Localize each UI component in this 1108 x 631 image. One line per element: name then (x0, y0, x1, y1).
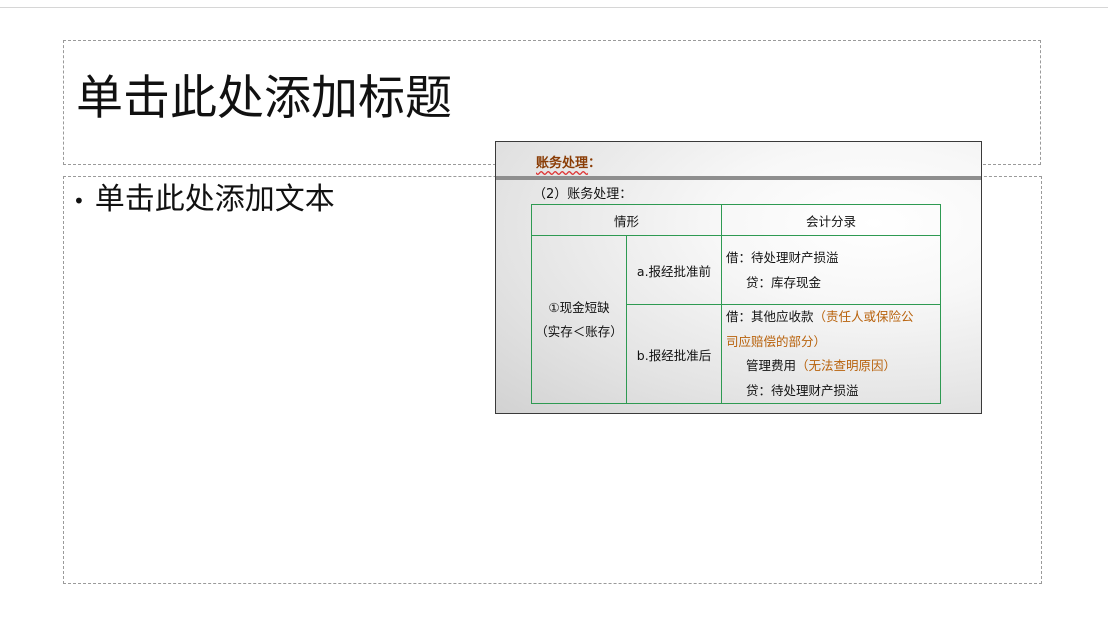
embedded-picture[interactable]: 账务处理： （2）账务处理： 情形 会计分录 ①现金短缺 （实存＜账存） a.报… (495, 141, 982, 414)
table-row: ①现金短缺 （实存＜账存） a.报经批准前 借：待处理财产损溢 贷：库存现金 (531, 235, 941, 404)
group-label-line2: （实存＜账存） (535, 323, 623, 339)
table-header-row: 情形 会计分录 (531, 204, 941, 236)
title-placeholder-text: 单击此处添加标题 (76, 71, 452, 126)
entry-line: 贷：库存现金 (746, 275, 822, 290)
picture-subtitle: （2）账务处理： (533, 187, 633, 202)
entry-cell-b: 借：其他应收款（责任人或保险公 司应赔偿的部分） 管理费用（无法查明原因） 贷：… (721, 304, 941, 404)
entry-line: 贷：待处理财产损溢 (746, 382, 859, 398)
entry-line: 管理费用（无法查明原因） (726, 354, 936, 379)
accounting-table: 情形 会计分录 ①现金短缺 （实存＜账存） a.报经批准前 借：待处理财产损溢 … (531, 204, 941, 404)
entry-text: 借：其他应收款 (726, 309, 814, 324)
entry-highlight: （无法查明原因） (796, 358, 897, 373)
content-placeholder-text: 单击此处添加文本 (94, 182, 335, 217)
ruler-line (0, 7, 1108, 8)
entry-highlight: 司应赔偿的部分） (726, 333, 827, 349)
header-entry: 会计分录 (721, 204, 941, 236)
entry-cell-a: 借：待处理财产损溢 贷：库存现金 (721, 235, 941, 305)
picture-heading-text: 账务处理 (536, 156, 589, 171)
entry-highlight: （责任人或保险公 (813, 309, 914, 324)
entry-line: 借：其他应收款（责任人或保险公 (726, 305, 936, 330)
picture-heading: 账务处理： (536, 152, 601, 171)
bullet-icon: • (73, 189, 85, 213)
case-cell-a: a.报经批准前 (626, 235, 722, 305)
group-cell: ①现金短缺 （实存＜账存） (531, 235, 627, 404)
entry-text: 管理费用 (746, 358, 797, 373)
case-cell-b: b.报经批准后 (626, 304, 722, 404)
bullet-item: • 单击此处添加文本 (73, 180, 335, 221)
picture-divider (496, 176, 981, 180)
group-label-line1: ①现金短缺 (548, 299, 610, 315)
entry-line: 借：待处理财产损溢 (726, 250, 839, 265)
picture-heading-colon: ： (588, 156, 602, 171)
header-case: 情形 (531, 204, 722, 236)
